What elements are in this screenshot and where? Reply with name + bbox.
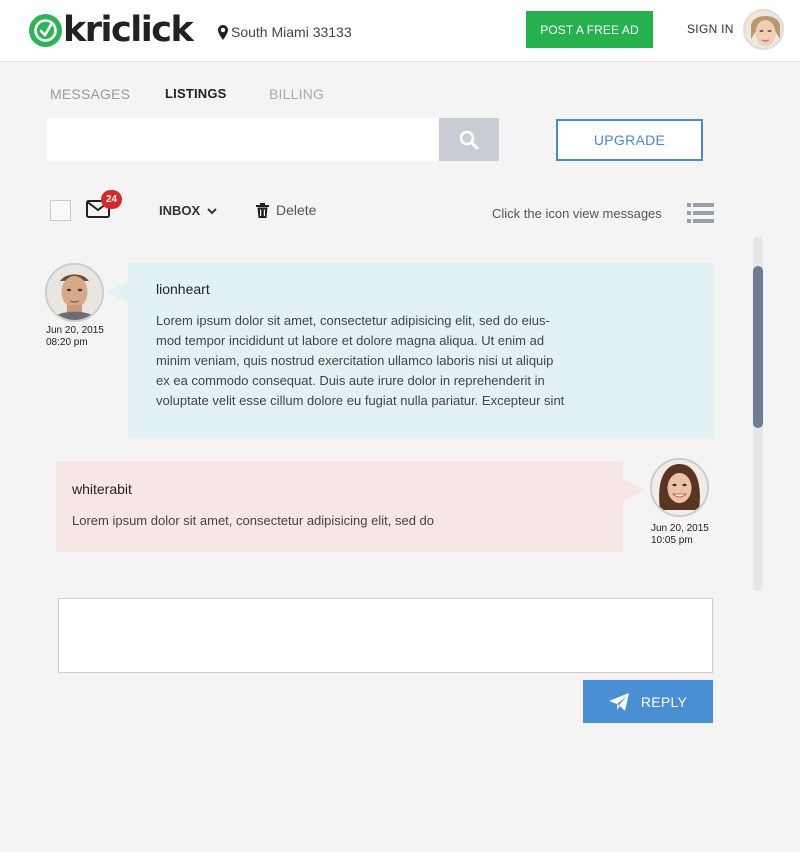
logo-mark-icon	[29, 13, 62, 47]
delete-label: Delete	[276, 202, 317, 218]
scroll-thumb[interactable]	[753, 266, 763, 428]
message-timestamp: Jun 20, 2015 10:05 pm	[651, 523, 709, 547]
message-date: Jun 20, 2015	[651, 523, 709, 534]
paper-plane-icon	[608, 692, 629, 711]
tab-messages[interactable]: MESSAGES	[50, 86, 130, 102]
message-line: Lorem ipsum dolor sit amet, consectetur …	[72, 513, 435, 528]
sign-in-link[interactable]: SIGN IN	[687, 22, 734, 36]
map-marker-icon	[218, 24, 228, 40]
tab-billing[interactable]: BILLING	[269, 86, 324, 102]
message-sender: lionheart	[156, 281, 210, 297]
chevron-down-icon	[207, 207, 217, 214]
message-time: 10:05 pm	[651, 535, 693, 546]
message-line: Lorem ipsum dolor sit amet, consectetur …	[156, 313, 550, 328]
user-avatar[interactable]	[743, 9, 784, 50]
upgrade-button[interactable]: UPGRADE	[556, 119, 703, 161]
message-line: voluptate velit esse cillum dolore eu fu…	[156, 393, 565, 408]
message-date: Jun 20, 2015	[46, 325, 104, 336]
location-text: South Miami 33133	[231, 24, 352, 40]
reply-textarea[interactable]	[58, 598, 713, 673]
message-line: minim veniam, quis nostrud exercitation …	[156, 353, 554, 368]
recipient-avatar[interactable]	[650, 458, 709, 517]
message-timestamp: Jun 20, 2015 08:20 pm	[46, 325, 104, 349]
inbox-dropdown[interactable]: INBOX	[159, 203, 217, 218]
inbox-label: INBOX	[159, 203, 201, 218]
logo-text: kriclick	[63, 10, 194, 50]
location[interactable]: South Miami 33133	[218, 24, 352, 40]
message-body: Lorem ipsum dolor sit amet, consectetur …	[72, 511, 612, 531]
message-scrollbar[interactable]	[753, 236, 763, 591]
message-time: 08:20 pm	[46, 337, 88, 348]
message-line: mod tempor incididunt ut labore et dolor…	[156, 333, 545, 348]
reply-button[interactable]: REPLY	[583, 680, 713, 723]
message-line: ex ea commodo consequat. Duis aute irure…	[156, 373, 545, 388]
trash-icon	[256, 202, 269, 218]
select-all-checkbox[interactable]	[50, 200, 71, 221]
top-header: kriclick South Miami 33133 POST A FREE A…	[0, 0, 800, 62]
search-input[interactable]	[47, 118, 439, 161]
message-body: Lorem ipsum dolor sit amet, consectetur …	[156, 311, 706, 411]
post-free-ad-button[interactable]: POST A FREE AD	[526, 11, 653, 48]
search-button[interactable]	[439, 118, 499, 161]
list-icon[interactable]	[687, 202, 714, 229]
incoming-message-bubble: lionheart Lorem ipsum dolor sit amet, co…	[106, 263, 713, 438]
outgoing-message-bubble: whiterabit Lorem ipsum dolor sit amet, c…	[56, 461, 645, 552]
delete-button[interactable]: Delete	[256, 202, 316, 218]
view-messages-hint: Click the icon view messages	[492, 206, 662, 221]
message-sender: whiterabit	[72, 481, 132, 497]
sender-avatar[interactable]	[45, 263, 104, 322]
reply-label: REPLY	[640, 693, 688, 710]
tab-listings[interactable]: LISTINGS	[165, 86, 227, 101]
search-icon	[459, 130, 479, 149]
logo[interactable]: kriclick	[29, 10, 194, 50]
unread-count-badge: 24	[101, 190, 122, 209]
